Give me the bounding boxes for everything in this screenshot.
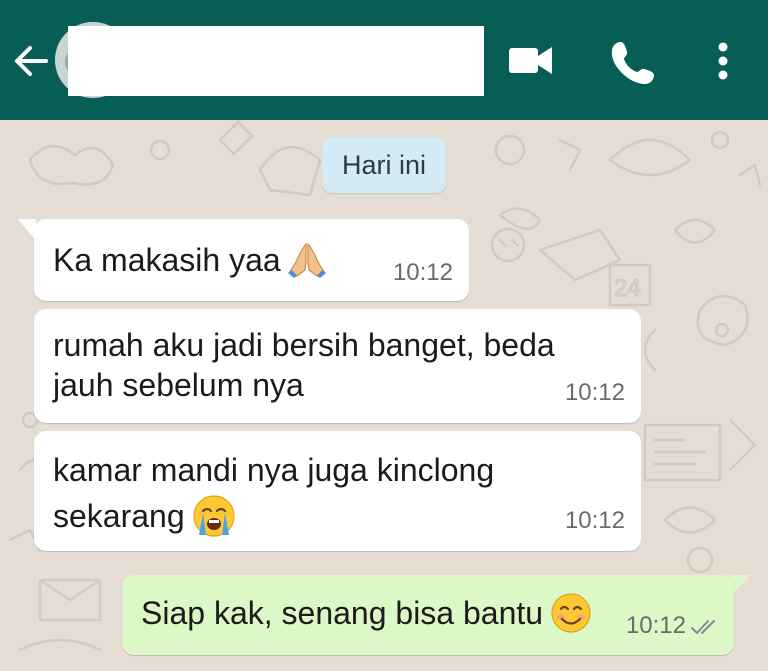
message-time-value: 10:12 (625, 612, 686, 639)
message-time: 10:12 (564, 507, 625, 534)
message-bubble-incoming[interactable]: rumah aku jadi bersih banget, beda jauh … (34, 309, 641, 423)
message-text: Siap kak, senang bisa bantu (141, 592, 593, 638)
phone-icon[interactable] (608, 36, 658, 86)
video-camera-icon[interactable] (506, 36, 556, 86)
message-time: 10:12 (392, 259, 453, 286)
contact-name-redacted[interactable] (68, 26, 484, 96)
message-line: sekarang (53, 498, 185, 534)
message-line: Siap kak, senang bisa bantu (141, 595, 544, 631)
read-double-tick-icon (691, 619, 715, 634)
chat-header (0, 0, 768, 120)
message-text: kamar mandi nya juga kinclong sekarang (53, 447, 494, 542)
arrow-left-icon[interactable] (8, 38, 54, 84)
message-time: 10:12 (626, 606, 720, 646)
smiling-face-emoji (551, 592, 591, 633)
date-chip: Hari ini (322, 137, 446, 193)
more-vert-icon[interactable] (700, 36, 746, 86)
message-text: Ka makasih yaa (53, 240, 327, 283)
message-bubble-incoming[interactable]: kamar mandi nya juga kinclong sekarang 1… (34, 431, 641, 551)
message-line: Ka makasih yaa (53, 242, 281, 278)
message-line: rumah aku jadi bersih banget, beda (53, 327, 555, 363)
message-text: rumah aku jadi bersih banget, beda jauh … (53, 325, 555, 405)
svg-text:24: 24 (614, 275, 641, 302)
folded-hands-emoji (287, 242, 326, 278)
message-time: 10:12 (564, 379, 625, 406)
message-bubble-incoming[interactable]: Ka makasih yaa 10:12 (34, 219, 469, 301)
chat-screen: 24 Hari ini Ka makasih yaa 10:12 rumah a… (0, 0, 768, 671)
loudly-crying-face-emoji (193, 494, 235, 537)
message-line: jauh sebelum nya (53, 367, 304, 403)
message-line: kamar mandi nya juga kinclong (53, 452, 495, 488)
message-bubble-outgoing[interactable]: Siap kak, senang bisa bantu 10:12 (122, 575, 734, 655)
